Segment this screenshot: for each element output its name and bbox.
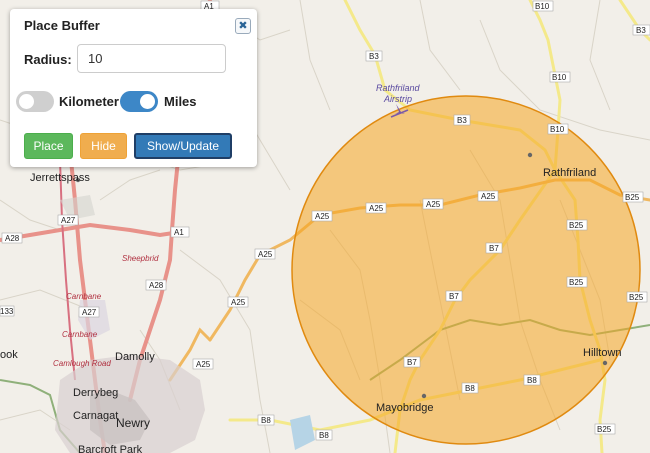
place-label-carnbane-2: Carnbane bbox=[62, 330, 98, 339]
place-button[interactable]: Place bbox=[24, 133, 73, 159]
show-update-button[interactable]: Show/Update bbox=[134, 133, 232, 159]
miles-label: Miles bbox=[164, 94, 197, 109]
close-icon: ✖ bbox=[238, 19, 248, 32]
road-shield-b10-1: B10 bbox=[532, 0, 554, 12]
svg-text:A1: A1 bbox=[174, 228, 184, 237]
svg-text:A27: A27 bbox=[82, 308, 97, 317]
road-shield-a25-7: A25 bbox=[192, 358, 214, 370]
place-label-jerrettspass: Jerrettspass bbox=[30, 172, 90, 184]
svg-text:A25: A25 bbox=[481, 192, 496, 201]
road-shield-a25-6: A25 bbox=[227, 296, 249, 308]
place-label-camlough-road: Camlough Road bbox=[53, 359, 111, 368]
road-shield-a28-1: A28 bbox=[1, 232, 23, 244]
place-label-mayobridge: Mayobridge bbox=[376, 402, 433, 414]
place-label-hilltown: Hilltown bbox=[583, 347, 622, 359]
road-shield-b8-4: B8 bbox=[315, 429, 333, 441]
svg-text:133: 133 bbox=[0, 307, 14, 316]
kilometer-toggle[interactable] bbox=[16, 91, 54, 112]
road-shield-b7-2: B7 bbox=[445, 290, 463, 302]
road-shield-b10-2: B10 bbox=[549, 71, 571, 83]
kilometer-toggle-knob bbox=[19, 94, 34, 109]
road-shield-a25-2: A25 bbox=[365, 202, 387, 214]
road-shield-b25-1: B25 bbox=[566, 219, 588, 231]
place-label-barcroft-park: Barcroft Park bbox=[78, 444, 143, 453]
svg-text:B25: B25 bbox=[569, 278, 584, 287]
svg-text:B7: B7 bbox=[407, 358, 417, 367]
svg-text:B3: B3 bbox=[636, 26, 646, 35]
svg-text:B8: B8 bbox=[319, 431, 329, 440]
svg-text:B7: B7 bbox=[489, 244, 499, 253]
radius-label: Radius: bbox=[24, 52, 72, 67]
svg-text:B25: B25 bbox=[629, 293, 644, 302]
road-shield-b8-1: B8 bbox=[461, 382, 479, 394]
road-shield-b3-right: B3 bbox=[632, 24, 650, 36]
road-shield-a1: A1 bbox=[170, 226, 190, 238]
radius-input[interactable] bbox=[77, 44, 226, 73]
svg-text:B10: B10 bbox=[535, 2, 550, 11]
place-label-carnagat: Carnagat bbox=[73, 410, 118, 422]
place-label-newry: Newry bbox=[116, 416, 150, 430]
road-shield-b3-1: B3 bbox=[365, 50, 383, 62]
svg-text:A25: A25 bbox=[258, 250, 273, 259]
svg-text:B8: B8 bbox=[465, 384, 475, 393]
place-label-derrybeg: Derrybeg bbox=[73, 387, 118, 399]
road-shield-a27-2: A27 bbox=[78, 306, 100, 318]
close-button[interactable]: ✖ bbox=[235, 18, 251, 34]
road-shield-a25-5: A25 bbox=[254, 248, 276, 260]
svg-text:A25: A25 bbox=[231, 298, 246, 307]
svg-text:B8: B8 bbox=[261, 416, 271, 425]
airstrip-label-line2: Airstrip bbox=[383, 94, 412, 104]
place-label-rathfriland: Rathfriland bbox=[543, 167, 596, 179]
svg-text:A27: A27 bbox=[61, 216, 76, 225]
panel-title: Place Buffer bbox=[24, 18, 100, 33]
svg-text:B10: B10 bbox=[552, 73, 567, 82]
road-shield-b25-4: B25 bbox=[626, 291, 648, 303]
road-shield-b25-2: B25 bbox=[566, 276, 588, 288]
airstrip-label-line1: Rathfriland bbox=[376, 83, 421, 93]
road-shield-a25-1: A25 bbox=[311, 210, 333, 222]
svg-text:B8: B8 bbox=[527, 376, 537, 385]
kilometer-label: Kilometer bbox=[59, 94, 119, 109]
miles-toggle[interactable] bbox=[120, 91, 158, 112]
svg-text:A25: A25 bbox=[315, 212, 330, 221]
place-buffer-panel: Place Buffer ✖ Radius: Kilometer Miles P… bbox=[10, 9, 257, 167]
road-shield-a25-4: A25 bbox=[477, 190, 499, 202]
road-shield-a27-1: A27 bbox=[57, 214, 79, 226]
road-shield-a25-3: A25 bbox=[422, 198, 444, 210]
svg-text:B3: B3 bbox=[457, 116, 467, 125]
place-label-ook: ook bbox=[0, 349, 18, 361]
road-shield-b8-2: B8 bbox=[523, 374, 541, 386]
svg-text:A25: A25 bbox=[369, 204, 384, 213]
svg-text:B3: B3 bbox=[369, 52, 379, 61]
place-label-damolly: Damolly bbox=[115, 351, 155, 363]
svg-text:B10: B10 bbox=[550, 125, 565, 134]
place-label-sheepbridge: Sheepbrid bbox=[122, 254, 159, 263]
svg-text:B7: B7 bbox=[449, 292, 459, 301]
road-shield-b3-2: B3 bbox=[453, 114, 471, 126]
hide-button[interactable]: Hide bbox=[80, 133, 127, 159]
road-shield-b7-3: B7 bbox=[403, 356, 421, 368]
svg-text:B25: B25 bbox=[569, 221, 584, 230]
road-shield-b25-3: B25 bbox=[622, 191, 644, 203]
svg-text:B25: B25 bbox=[597, 425, 612, 434]
road-shield-a28-2: A28 bbox=[145, 279, 167, 291]
svg-text:A28: A28 bbox=[5, 234, 20, 243]
road-shield-b8-3: B8 bbox=[257, 414, 275, 426]
road-shield-a133: 133 bbox=[0, 305, 15, 317]
road-shield-b7-1: B7 bbox=[485, 242, 503, 254]
svg-text:A25: A25 bbox=[196, 360, 211, 369]
miles-toggle-knob bbox=[140, 94, 155, 109]
svg-text:A25: A25 bbox=[426, 200, 441, 209]
svg-text:A28: A28 bbox=[149, 281, 164, 290]
svg-text:B25: B25 bbox=[625, 193, 640, 202]
road-shield-b10-3: B10 bbox=[547, 123, 569, 135]
road-shield-b25-5: B25 bbox=[594, 423, 616, 435]
place-label-carnbane: Carnbane bbox=[66, 292, 102, 301]
